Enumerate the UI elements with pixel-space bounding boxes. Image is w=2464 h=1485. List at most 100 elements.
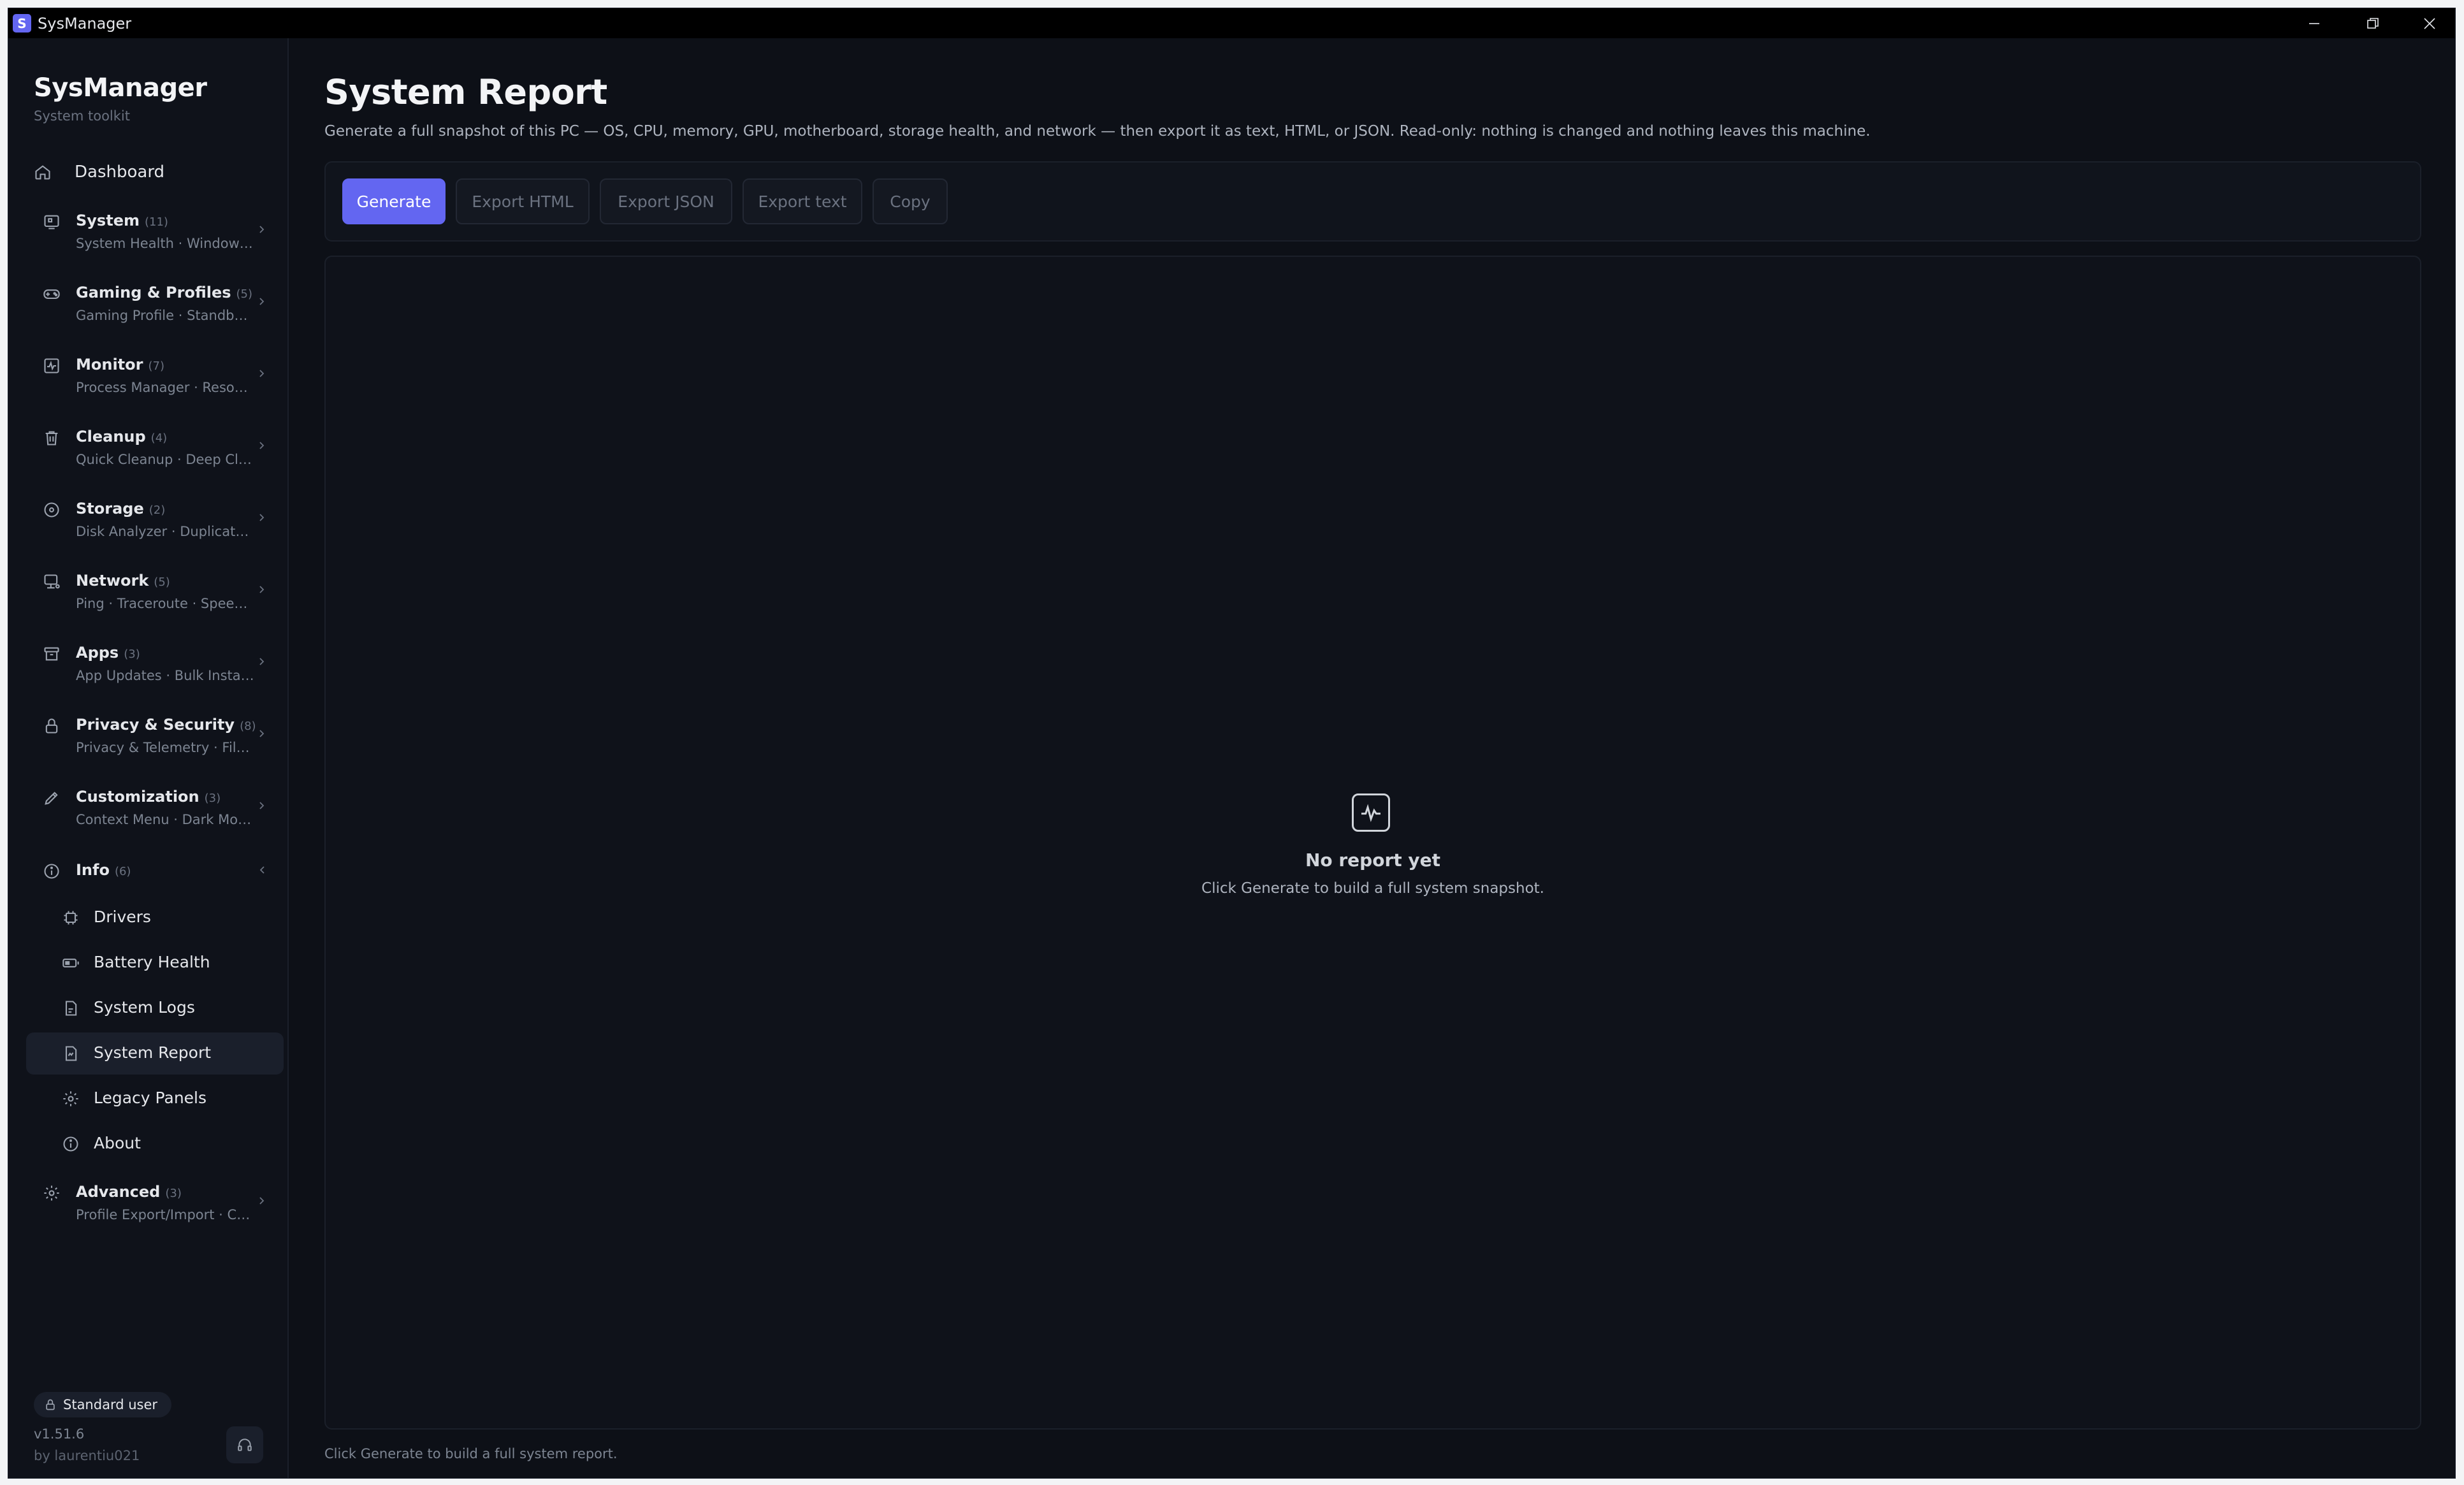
- minimize-button[interactable]: [2285, 8, 2344, 38]
- home-icon: [34, 163, 57, 181]
- chevron-right-icon: [257, 296, 267, 309]
- sidebar-group-count: (7): [148, 359, 164, 373]
- disk-icon: [43, 501, 61, 519]
- chevron-right-icon: [257, 1196, 267, 1208]
- info-icon: [43, 862, 61, 880]
- sidebar-group-subtitle: App Updates · Bulk Installe...: [76, 668, 254, 683]
- sidebar-item-drivers[interactable]: Drivers: [26, 897, 284, 939]
- sidebar-group-label: Advanced: [76, 1183, 161, 1201]
- sidebar-group-label: Cleanup: [76, 428, 146, 446]
- sidebar-item-legacy-panels[interactable]: Legacy Panels: [26, 1078, 284, 1120]
- sidebar-group-label: Customization: [76, 788, 199, 806]
- sidebar-group-subtitle: Process Manager · Resourc...: [76, 380, 254, 395]
- sidebar-group-network[interactable]: Network (5) Ping · Traceroute · Speed T..…: [34, 567, 276, 630]
- lock-icon: [43, 717, 61, 735]
- report-toolbar: Generate Export HTML Export JSON Export …: [324, 161, 2421, 242]
- copy-button[interactable]: Copy: [873, 178, 948, 224]
- user-role-badge: Standard user: [34, 1392, 172, 1417]
- sidebar-item-battery-health[interactable]: Battery Health: [26, 942, 284, 984]
- sidebar-group-privacy-security[interactable]: Privacy & Security (8) Privacy & Telemetr…: [34, 711, 276, 774]
- pencil-icon: [43, 789, 61, 807]
- report-icon: [62, 1045, 80, 1062]
- sidebar-group-monitor[interactable]: Monitor (7) Process Manager · Resourc...: [34, 351, 276, 414]
- sidebar-group-count: (2): [149, 503, 166, 517]
- export-text-button[interactable]: Export text: [743, 178, 862, 224]
- sidebar-group-subtitle: Profile Export/Import · CLI...: [76, 1207, 254, 1222]
- trash-icon: [43, 429, 61, 447]
- brand-name: SysManager: [34, 73, 207, 103]
- sidebar-group-label: Info: [76, 861, 110, 879]
- sidebar-group-label: Monitor: [76, 356, 143, 373]
- activity-icon: [1352, 793, 1390, 832]
- system-health-icon: [43, 213, 61, 231]
- export-json-button[interactable]: Export JSON: [600, 178, 732, 224]
- gamepad-icon: [43, 285, 61, 303]
- sidebar-group-count: (3): [204, 792, 221, 805]
- title-bar: S SysManager: [8, 8, 2455, 38]
- export-html-button[interactable]: Export HTML: [456, 178, 590, 224]
- sidebar-group-customization[interactable]: Customization (3) Context Menu · Dark Mod…: [34, 783, 276, 846]
- gear-icon: [62, 1090, 80, 1108]
- user-role-label: Standard user: [63, 1397, 158, 1412]
- empty-state-title: No report yet: [1305, 850, 1441, 871]
- restore-icon: [2367, 17, 2379, 29]
- sidebar-group-count: (3): [165, 1187, 182, 1200]
- sidebar-item-system-report[interactable]: System Report: [26, 1032, 284, 1075]
- sidebar-group-count: (5): [154, 576, 170, 589]
- sidebar-group-subtitle: Quick Cleanup · Deep Clea...: [76, 452, 254, 467]
- sidebar-group-storage[interactable]: Storage (2) Disk Analyzer · Duplicate F..…: [34, 495, 276, 558]
- chevron-right-icon: [257, 656, 267, 669]
- sidebar-group-advanced[interactable]: Advanced (3) Profile Export/Import · CLI.…: [34, 1178, 276, 1242]
- page-description: Generate a full snapshot of this PC — OS…: [324, 123, 1871, 140]
- sidebar-group-count: (4): [150, 431, 168, 445]
- app-logo-icon: S: [13, 14, 31, 33]
- sidebar-group-label: Privacy & Security: [76, 716, 235, 734]
- sidebar: SysManager System toolkit Dashboard Syst…: [8, 38, 289, 1478]
- sidebar-group-apps[interactable]: Apps (3) App Updates · Bulk Installe...: [34, 639, 276, 702]
- chevron-right-icon: [257, 800, 267, 813]
- chevron-right-icon: [257, 440, 267, 453]
- sidebar-group-cleanup[interactable]: Cleanup (4) Quick Cleanup · Deep Clea...: [34, 423, 276, 486]
- window-title: SysManager: [38, 14, 132, 33]
- sidebar-group-subtitle: Context Menu · Dark Mod...: [76, 812, 254, 827]
- sidebar-group-info[interactable]: Info (6): [34, 856, 276, 892]
- sidebar-group-system[interactable]: System (11) System Health · Windows...: [34, 206, 276, 270]
- sidebar-item-label: Battery Health: [94, 953, 210, 971]
- sidebar-item-about[interactable]: About: [26, 1123, 284, 1165]
- sidebar-group-subtitle: Disk Analyzer · Duplicate F...: [76, 524, 254, 539]
- headset-icon: [238, 1438, 252, 1451]
- support-button[interactable]: [226, 1426, 263, 1463]
- restore-button[interactable]: [2344, 8, 2402, 38]
- sidebar-group-count: (6): [114, 865, 131, 878]
- sidebar-item-dashboard[interactable]: Dashboard: [34, 156, 276, 188]
- sidebar-group-label: Network: [76, 572, 149, 590]
- chevron-right-icon: [257, 728, 267, 741]
- page-title: System Report: [324, 72, 607, 112]
- chip-icon: [62, 909, 80, 927]
- sidebar-group-count: (11): [144, 215, 168, 229]
- chevron-right-icon: [257, 512, 267, 525]
- chevron-left-icon: [257, 865, 267, 878]
- sidebar-group-subtitle: Ping · Traceroute · Speed T...: [76, 596, 254, 611]
- close-icon: [2423, 17, 2435, 29]
- sidebar-item-label: Legacy Panels: [94, 1089, 207, 1107]
- generate-button[interactable]: Generate: [342, 178, 446, 224]
- gear-icon: [43, 1184, 61, 1202]
- sidebar-group-count: (3): [124, 648, 140, 661]
- activity-monitor-icon: [43, 357, 61, 375]
- network-icon: [43, 573, 61, 591]
- sidebar-group-label: Storage: [76, 500, 144, 518]
- app-window: S SysManager SysManager System toolkit D…: [8, 8, 2456, 1479]
- sidebar-group-gaming[interactable]: Gaming & Profiles (5) Gaming Profile · St…: [34, 279, 276, 342]
- minimize-icon: [2309, 22, 2319, 24]
- lock-icon: [46, 1399, 55, 1410]
- sidebar-item-label: System Logs: [94, 998, 195, 1017]
- info-icon: [62, 1135, 80, 1153]
- sidebar-group-count: (5): [236, 287, 253, 301]
- empty-state-hint: Click Generate to build a full system sn…: [1201, 880, 1544, 897]
- close-button[interactable]: [2402, 8, 2455, 38]
- sidebar-group-label: Apps: [76, 644, 119, 662]
- sidebar-item-system-logs[interactable]: System Logs: [26, 987, 284, 1029]
- battery-icon: [62, 954, 80, 972]
- sidebar-item-label: System Report: [94, 1043, 212, 1062]
